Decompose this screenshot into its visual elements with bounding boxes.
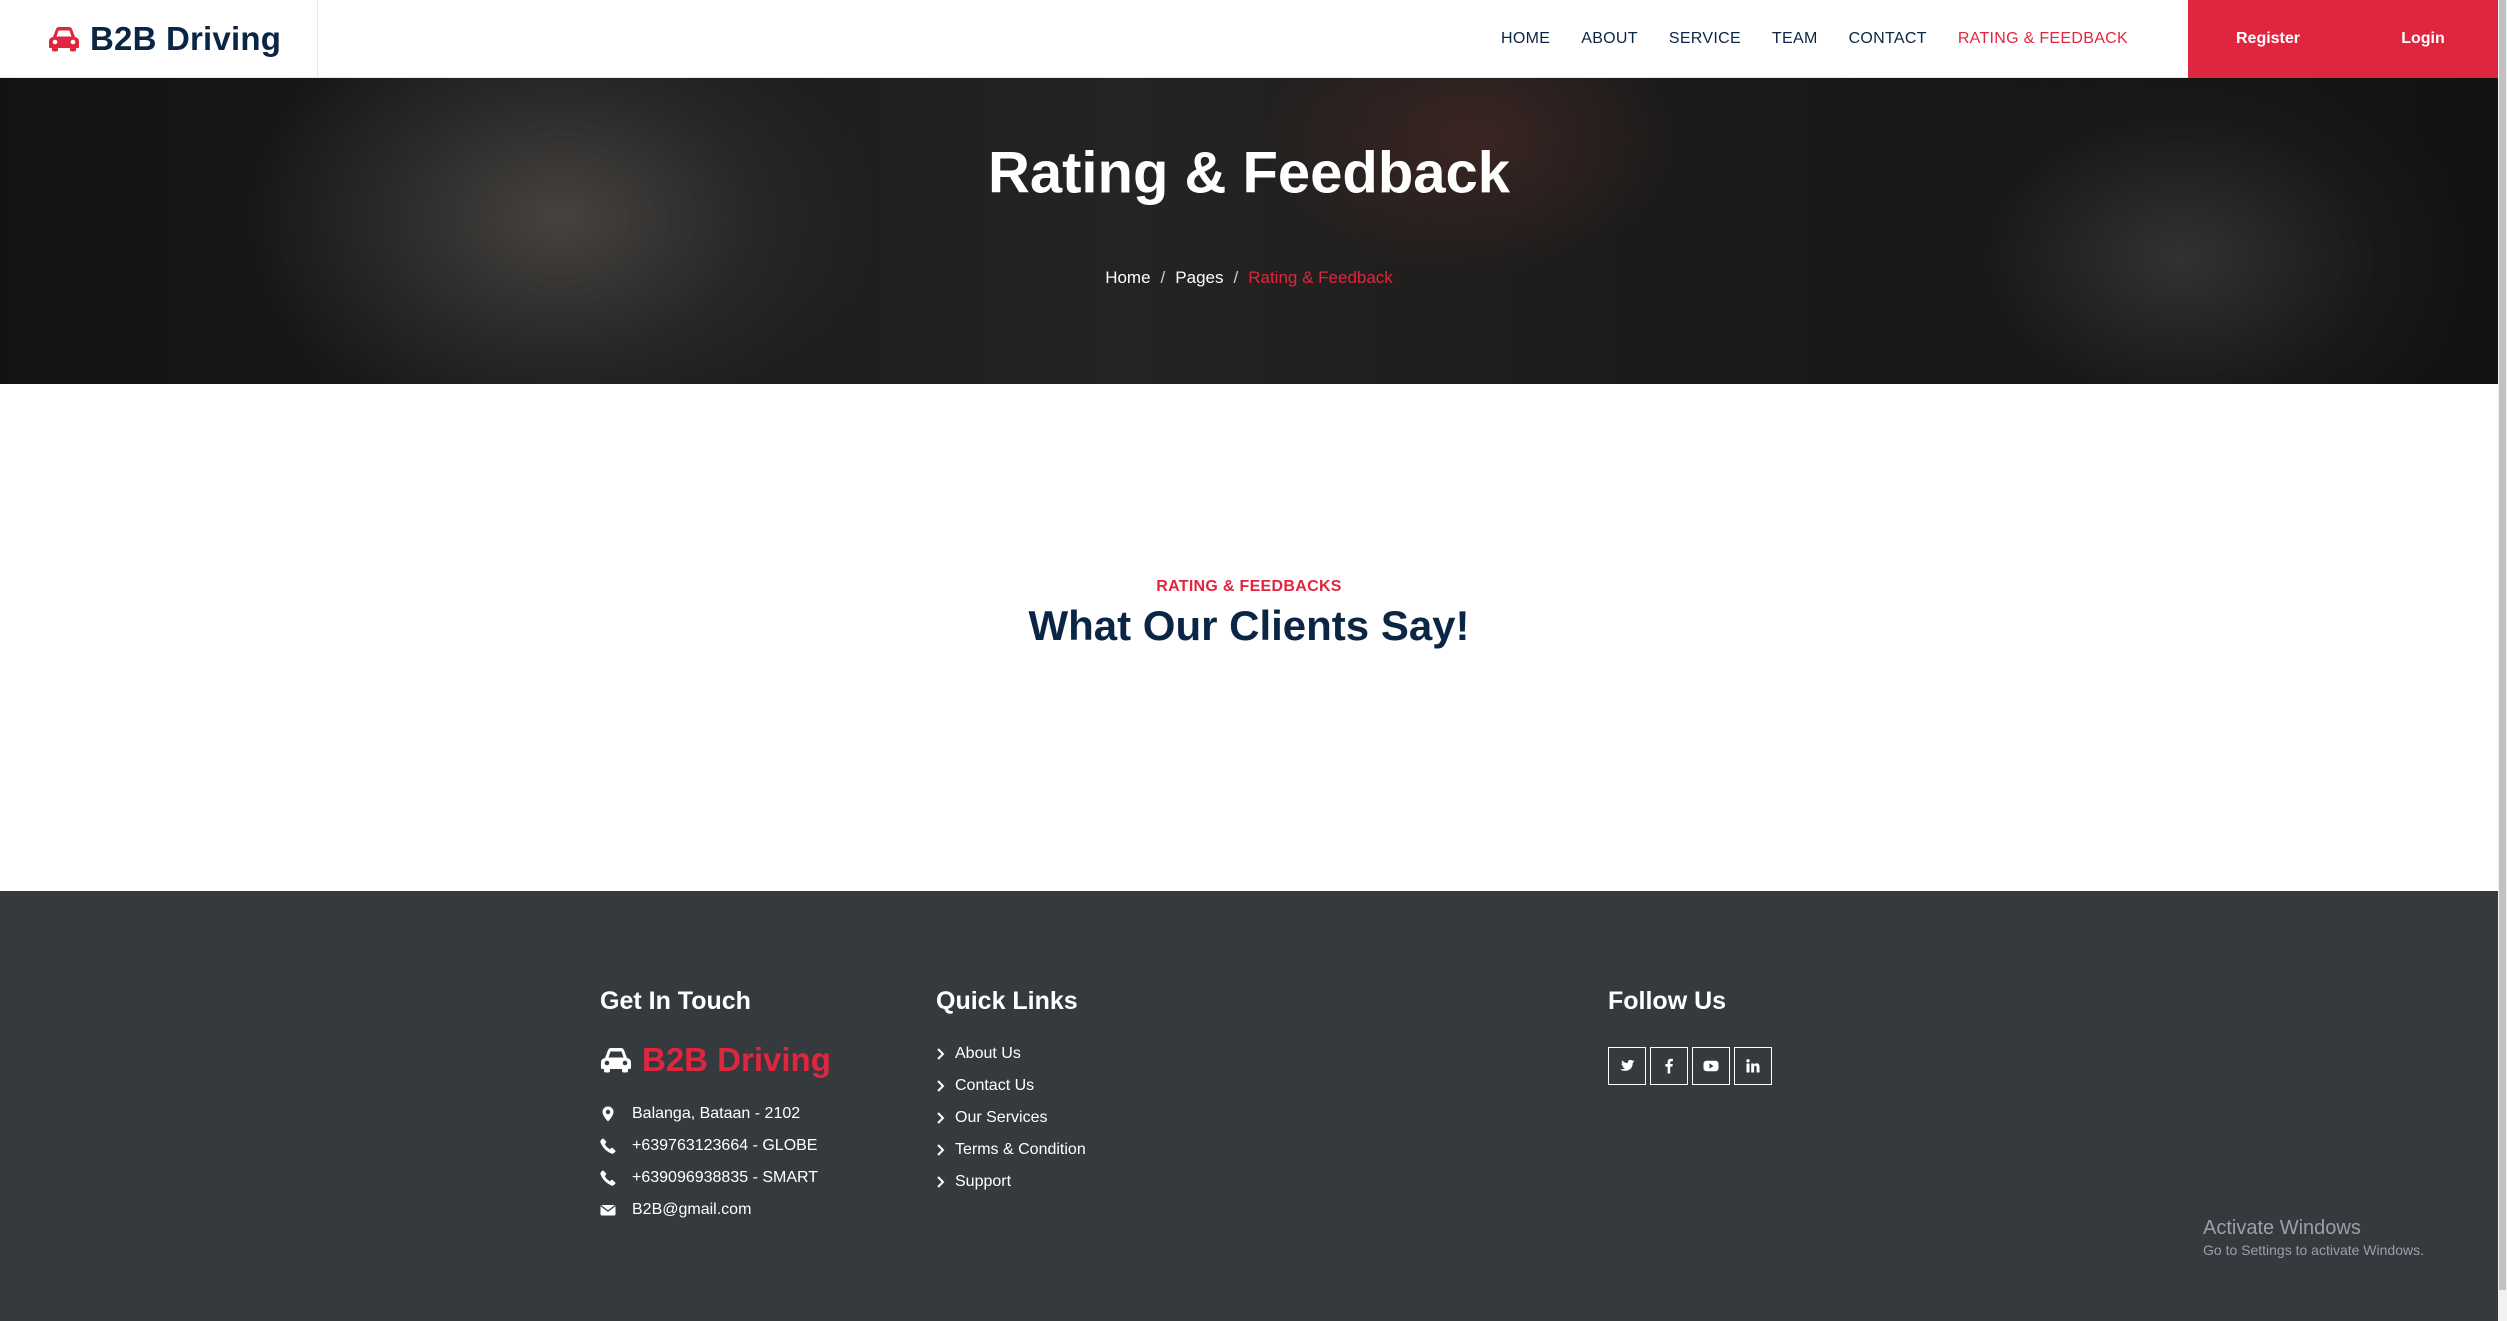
footer-brand-name: B2B Driving bbox=[642, 1041, 831, 1078]
follow-us-title: Follow Us bbox=[1608, 987, 1727, 1015]
linkedin-icon bbox=[1746, 1059, 1760, 1073]
address-text: Balanga, Bataan - 2102 bbox=[632, 1105, 801, 1122]
page: B2B Driving HOME ABOUT SERVICE TEAM CONT… bbox=[0, 0, 2507, 1321]
phone-smart-text: +639096938835 - SMART bbox=[632, 1169, 819, 1186]
nav-team[interactable]: TEAM bbox=[1772, 30, 1818, 48]
chevron-right-icon bbox=[937, 1176, 945, 1188]
page-scrollbar[interactable] bbox=[2498, 0, 2507, 1321]
phone-icon bbox=[600, 1138, 616, 1154]
brand-name: B2B Driving bbox=[90, 20, 282, 57]
nav-contact[interactable]: CONTACT bbox=[1849, 30, 1927, 48]
footer: Get In Touch B2B Driving Balanga, Bataan… bbox=[0, 891, 2498, 1321]
brand-logo[interactable]: B2B Driving bbox=[0, 0, 318, 78]
breadcrumb: Home / Pages / Rating & Feedback bbox=[0, 268, 2498, 288]
nav-service[interactable]: SERVICE bbox=[1669, 30, 1741, 48]
quick-links-title: Quick Links bbox=[936, 987, 1078, 1015]
section-subtitle: RATING & FEEDBACKS bbox=[1156, 578, 1342, 595]
chevron-right-icon bbox=[937, 1112, 945, 1124]
breadcrumb-current: Rating & Feedback bbox=[1248, 268, 1393, 287]
footer-brand[interactable]: B2B Driving bbox=[600, 1041, 831, 1079]
quick-link-label: Terms & Condition bbox=[955, 1141, 1086, 1158]
email-text[interactable]: B2B@gmail.com bbox=[632, 1201, 751, 1219]
contact-phone-globe: +639763123664 - GLOBE bbox=[600, 1137, 817, 1155]
social-links bbox=[1608, 1047, 1772, 1085]
twitter-button[interactable] bbox=[1608, 1047, 1646, 1085]
phone-icon bbox=[600, 1170, 616, 1186]
phone-globe-text: +639763123664 - GLOBE bbox=[632, 1137, 818, 1154]
main-nav: HOME ABOUT SERVICE TEAM CONTACT RATING &… bbox=[318, 0, 2158, 77]
nav-about[interactable]: ABOUT bbox=[1581, 30, 1638, 48]
quick-link-support[interactable]: Support bbox=[936, 1173, 1011, 1191]
contact-address: Balanga, Bataan - 2102 bbox=[600, 1105, 800, 1123]
car-icon bbox=[49, 27, 79, 52]
register-button[interactable]: Register bbox=[2188, 0, 2348, 78]
scrollbar-thumb[interactable] bbox=[2499, 0, 2506, 1290]
youtube-button[interactable] bbox=[1692, 1047, 1730, 1085]
contact-phone-smart: +639096938835 - SMART bbox=[600, 1169, 818, 1187]
navbar: B2B Driving HOME ABOUT SERVICE TEAM CONT… bbox=[0, 0, 2498, 78]
contact-email: B2B@gmail.com bbox=[600, 1201, 751, 1219]
twitter-icon bbox=[1620, 1059, 1635, 1071]
breadcrumb-separator: / bbox=[1160, 268, 1166, 287]
car-icon bbox=[601, 1048, 631, 1073]
get-in-touch-title: Get In Touch bbox=[600, 987, 751, 1015]
breadcrumb-separator: / bbox=[1233, 268, 1239, 287]
facebook-button[interactable] bbox=[1650, 1047, 1688, 1085]
activate-windows-title: Activate Windows bbox=[2203, 1217, 2361, 1239]
quick-link-label: Support bbox=[955, 1173, 1012, 1190]
nav-home[interactable]: HOME bbox=[1501, 30, 1550, 48]
page-title: Rating & Feedback bbox=[987, 140, 1511, 206]
hero-content: Rating & Feedback Home / Pages / Rating … bbox=[0, 78, 2498, 384]
activate-windows-subtitle: Go to Settings to activate Windows. bbox=[2203, 1242, 2424, 1258]
login-button[interactable]: Login bbox=[2348, 0, 2498, 78]
quick-link-our-services[interactable]: Our Services bbox=[936, 1109, 1047, 1127]
breadcrumb-home[interactable]: Home bbox=[1105, 268, 1150, 288]
section-title: What Our Clients Say! bbox=[1028, 602, 1470, 649]
activate-windows-watermark: Activate Windows Go to Settings to activ… bbox=[2203, 1217, 2424, 1258]
facebook-icon bbox=[1665, 1058, 1673, 1074]
chevron-right-icon bbox=[937, 1144, 945, 1156]
envelope-icon bbox=[600, 1205, 616, 1216]
linkedin-button[interactable] bbox=[1734, 1047, 1772, 1085]
chevron-right-icon bbox=[937, 1048, 945, 1060]
map-marker-icon bbox=[602, 1106, 614, 1122]
quick-link-terms[interactable]: Terms & Condition bbox=[936, 1141, 1086, 1159]
quick-link-label: Contact Us bbox=[955, 1077, 1035, 1094]
hero-banner: Rating & Feedback Home / Pages / Rating … bbox=[0, 78, 2498, 384]
breadcrumb-pages[interactable]: Pages bbox=[1175, 268, 1223, 288]
youtube-icon bbox=[1703, 1060, 1719, 1072]
nav-rating-feedback[interactable]: RATING & FEEDBACK bbox=[1958, 30, 2128, 48]
quick-link-about-us[interactable]: About Us bbox=[936, 1045, 1021, 1063]
quick-link-label: Our Services bbox=[955, 1109, 1048, 1126]
chevron-right-icon bbox=[937, 1080, 945, 1092]
quick-link-label: About Us bbox=[955, 1045, 1021, 1062]
quick-link-contact-us[interactable]: Contact Us bbox=[936, 1077, 1034, 1095]
